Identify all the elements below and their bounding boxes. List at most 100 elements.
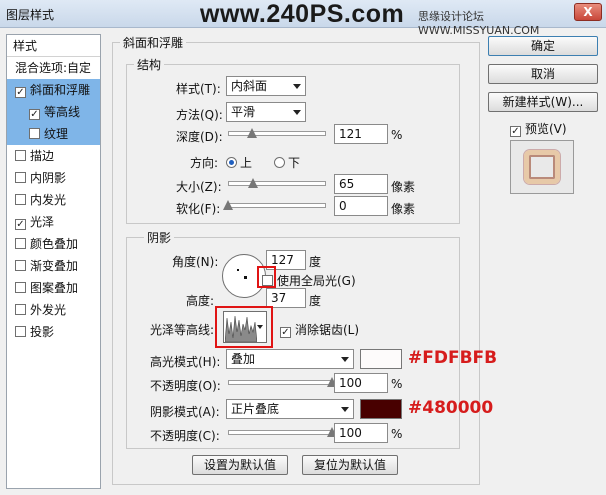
shadow-mode-label: 阴影模式(A): [150, 405, 220, 419]
slider-track [228, 380, 332, 385]
shadow-opacity-unit: % [391, 427, 403, 441]
style-list-item[interactable]: 纹理 [7, 123, 100, 145]
technique-label: 方法(Q): [176, 108, 223, 122]
gloss-contour-picker[interactable] [223, 311, 267, 343]
shadow-opacity-slider[interactable] [228, 427, 337, 439]
checkbox-checked-icon[interactable]: ✓ [15, 219, 26, 230]
style-select-value: 内斜面 [231, 79, 268, 93]
checkbox-icon[interactable] [15, 282, 26, 293]
style-list-item[interactable]: 描边 [7, 145, 100, 167]
ok-button[interactable]: 确定 [488, 36, 598, 56]
depth-slider[interactable] [228, 128, 326, 140]
chevron-down-icon [293, 110, 301, 115]
highlight-opacity-slider[interactable] [228, 377, 337, 389]
contour-graph-icon [225, 315, 257, 342]
depth-label: 深度(D): [176, 130, 223, 144]
direction-down-radio[interactable]: 下 [274, 154, 300, 171]
highlight-opacity-input[interactable]: 100 [334, 373, 388, 393]
style-list-item[interactable]: 投影 [7, 321, 100, 343]
style-list-item-label: 外发光 [30, 303, 67, 317]
style-list-item[interactable]: ✓ 等高线 [7, 101, 100, 123]
slider-thumb[interactable] [248, 178, 259, 188]
checkbox-icon[interactable] [15, 194, 26, 205]
style-select[interactable]: 内斜面 [226, 76, 306, 96]
gloss-contour-label: 光泽等高线: [150, 323, 215, 337]
style-list-item-label: 图案叠加 [30, 281, 79, 295]
highlight-hex-annotation: #FDFBFB [408, 348, 498, 368]
style-list-item[interactable]: 外发光 [7, 299, 100, 321]
style-list-item[interactable]: ✓ 斜面和浮雕 [7, 79, 100, 101]
preview-shape-icon [524, 150, 560, 184]
technique-select-value: 平滑 [231, 105, 256, 119]
depth-input[interactable]: 121 [334, 124, 388, 144]
style-label: 样式(T): [176, 82, 221, 96]
radio-icon [274, 157, 285, 168]
style-list-item[interactable]: 内发光 [7, 189, 100, 211]
soften-slider[interactable] [223, 200, 326, 212]
checkbox-icon[interactable] [15, 304, 26, 315]
shadow-hex-annotation: #480000 [408, 398, 494, 418]
checkbox-icon[interactable] [15, 326, 26, 337]
global-light-label: 使用全局光(G) [277, 274, 356, 288]
close-button[interactable]: X [574, 3, 602, 21]
bevel-emboss-title: 斜面和浮雕 [120, 34, 187, 51]
style-list-item[interactable]: 颜色叠加 [7, 233, 100, 255]
chevron-down-icon [341, 407, 349, 412]
slider-thumb[interactable] [246, 128, 257, 138]
depth-unit: % [391, 128, 403, 142]
style-list-item-label: 投影 [30, 325, 55, 339]
size-slider[interactable] [228, 178, 326, 190]
highlight-mode-select[interactable]: 叠加 [226, 349, 354, 369]
highlight-color-swatch[interactable] [360, 349, 402, 369]
checkbox-icon[interactable] [15, 150, 26, 161]
make-default-button[interactable]: 设置为默认值 [192, 455, 288, 475]
altitude-input[interactable]: 37 [266, 288, 306, 308]
style-list-item[interactable]: 混合选项:自定 [7, 57, 100, 79]
checkbox-icon [262, 275, 273, 286]
new-style-button[interactable]: 新建样式(W)... [488, 92, 598, 112]
checkbox-checked-icon[interactable]: ✓ [15, 87, 26, 98]
global-light-checkbox[interactable]: 使用全局光(G) [262, 272, 356, 289]
direction-label: 方向: [190, 156, 219, 170]
checkbox-checked-icon[interactable]: ✓ [29, 109, 40, 120]
style-list-item[interactable]: ✓ 光泽 [7, 211, 100, 233]
highlight-opacity-unit: % [391, 377, 403, 391]
preview-checkbox[interactable]: ✓ 预览(V) [510, 120, 567, 137]
style-list-item[interactable]: 图案叠加 [7, 277, 100, 299]
anti-alias-checkbox[interactable]: ✓ 消除锯齿(L) [280, 321, 359, 338]
chevron-down-icon [341, 357, 349, 362]
shadow-color-swatch[interactable] [360, 399, 402, 419]
slider-track [228, 203, 326, 208]
altitude-unit: 度 [309, 294, 322, 308]
style-list-item[interactable]: 渐变叠加 [7, 255, 100, 277]
shadow-mode-select[interactable]: 正片叠底 [226, 399, 354, 419]
size-unit: 像素 [391, 180, 416, 194]
chevron-down-icon [293, 84, 301, 89]
checkbox-icon[interactable] [15, 172, 26, 183]
style-list-item-label: 光泽 [30, 215, 55, 229]
title-bar: 图层样式 www.240PS.com 思缘设计论坛 WWW.MISSYUAN.C… [0, 0, 606, 37]
window-title: 图层样式 [6, 8, 55, 22]
preview-thumbnail [510, 140, 574, 194]
reset-default-button[interactable]: 复位为默认值 [302, 455, 398, 475]
slider-thumb[interactable] [223, 200, 233, 210]
checkbox-icon[interactable] [15, 238, 26, 249]
checkbox-icon[interactable] [29, 128, 40, 139]
preview-label: 预览(V) [525, 122, 567, 136]
checkbox-checked-icon: ✓ [280, 327, 291, 338]
style-list-header[interactable]: 样式 [7, 35, 100, 57]
soften-input[interactable]: 0 [334, 196, 388, 216]
shadow-opacity-input[interactable]: 100 [334, 423, 388, 443]
style-list-item[interactable]: 内阴影 [7, 167, 100, 189]
size-input[interactable]: 65 [334, 174, 388, 194]
highlight-opacity-label: 不透明度(O): [150, 379, 221, 393]
style-list-item-label: 内发光 [30, 193, 67, 207]
soften-unit: 像素 [391, 202, 416, 216]
checkbox-icon[interactable] [15, 260, 26, 271]
shading-title: 阴影 [144, 229, 175, 246]
altitude-label: 高度: [186, 294, 215, 308]
technique-select[interactable]: 平滑 [226, 102, 306, 122]
cancel-button[interactable]: 取消 [488, 64, 598, 84]
direction-up-label: 上 [240, 156, 253, 170]
direction-up-radio[interactable]: 上 [226, 154, 252, 171]
